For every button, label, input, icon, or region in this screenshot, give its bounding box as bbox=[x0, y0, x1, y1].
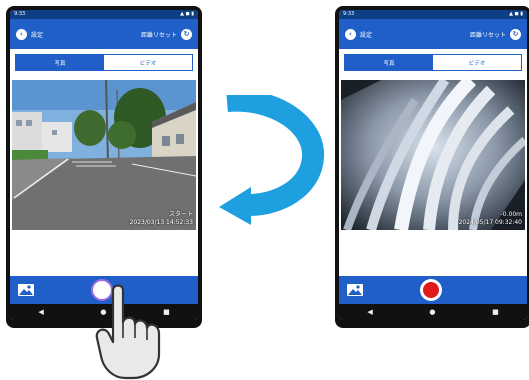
status-time: 9:33 bbox=[14, 11, 26, 17]
status-bar: 9:33 ▲ ◼ ▮ bbox=[10, 10, 198, 19]
record-icon bbox=[423, 282, 439, 298]
tablet-right: 9:33 ▲ ◼ ▮ ‹ 設定 距離リセット ↻ 写真 ビデオ -0.00m 2… bbox=[335, 6, 529, 328]
nav-home-icon[interactable]: ● bbox=[429, 308, 435, 316]
tab-video[interactable]: ビデオ bbox=[433, 55, 521, 70]
gallery-icon[interactable] bbox=[17, 283, 35, 297]
status-bar: 9:33 ▲ ◼ ▮ bbox=[339, 10, 527, 19]
reset-icon: ↻ bbox=[510, 28, 521, 40]
settings-back-button[interactable]: ‹ 設定 bbox=[345, 28, 373, 40]
nav-back-icon[interactable]: ◀ bbox=[367, 308, 372, 316]
status-icons: ▲ ◼ ▮ bbox=[509, 11, 523, 17]
overlay-distance-label: スタート bbox=[168, 211, 193, 218]
status-time: 9:33 bbox=[343, 11, 355, 17]
nav-back-icon[interactable]: ◀ bbox=[38, 308, 43, 316]
back-icon: ‹ bbox=[345, 28, 356, 40]
photo-info-overlay: スタート 2023/03/13 14:52:33 bbox=[130, 211, 193, 227]
hand-pointer-icon bbox=[95, 284, 161, 380]
record-button[interactable] bbox=[420, 279, 442, 301]
street-scene-image bbox=[12, 80, 196, 230]
overlay-timestamp: 2023/03/13 14:52:33 bbox=[129, 219, 193, 226]
overlay-timestamp: 2024/05/17 09:32:40 bbox=[458, 219, 522, 226]
overlay-distance-label: -0.00m bbox=[500, 211, 522, 218]
top-bar: ‹ 設定 距離リセット ↻ bbox=[10, 19, 198, 49]
pipe-interior-image bbox=[341, 80, 525, 230]
nav-recent-icon[interactable]: ■ bbox=[492, 308, 499, 316]
distance-reset-button[interactable]: 距離リセット ↻ bbox=[469, 28, 521, 40]
tablet-left: 9:33 ▲ ◼ ▮ ‹ 設定 距離リセット ↻ 写真 ビデオ スタート 202… bbox=[6, 6, 202, 328]
rotate-arrow-icon bbox=[219, 95, 324, 225]
screen-left: 9:33 ▲ ◼ ▮ ‹ 設定 距離リセット ↻ 写真 ビデオ スタート 202… bbox=[10, 10, 198, 320]
back-icon: ‹ bbox=[16, 28, 27, 40]
mode-tabs: 写真 ビデオ bbox=[344, 54, 522, 71]
settings-label: 設定 bbox=[360, 31, 373, 39]
tab-photo[interactable]: 写真 bbox=[16, 55, 104, 70]
camera-preview: -0.00m 2024/05/17 09:32:40 bbox=[341, 80, 525, 230]
reset-label: 距離リセット bbox=[140, 31, 177, 39]
settings-label: 設定 bbox=[31, 31, 44, 39]
mode-tabs: 写真 ビデオ bbox=[15, 54, 193, 71]
tab-photo[interactable]: 写真 bbox=[345, 55, 433, 70]
photo-info-overlay: -0.00m 2024/05/17 09:32:40 bbox=[459, 211, 522, 227]
camera-preview: スタート 2023/03/13 14:52:33 bbox=[12, 80, 196, 230]
tab-video[interactable]: ビデオ bbox=[104, 55, 192, 70]
screen-right: 9:33 ▲ ◼ ▮ ‹ 設定 距離リセット ↻ 写真 ビデオ -0.00m 2… bbox=[339, 10, 527, 320]
distance-reset-button[interactable]: 距離リセット ↻ bbox=[140, 28, 192, 40]
top-bar: ‹ 設定 距離リセット ↻ bbox=[339, 19, 527, 49]
reset-label: 距離リセット bbox=[469, 31, 506, 39]
camera-controls-bar bbox=[339, 276, 527, 304]
gallery-icon[interactable] bbox=[346, 283, 364, 297]
reset-icon: ↻ bbox=[181, 28, 192, 40]
settings-back-button[interactable]: ‹ 設定 bbox=[16, 28, 44, 40]
android-nav-bar: ◀ ● ■ bbox=[339, 304, 527, 320]
status-icons: ▲ ◼ ▮ bbox=[180, 11, 194, 17]
